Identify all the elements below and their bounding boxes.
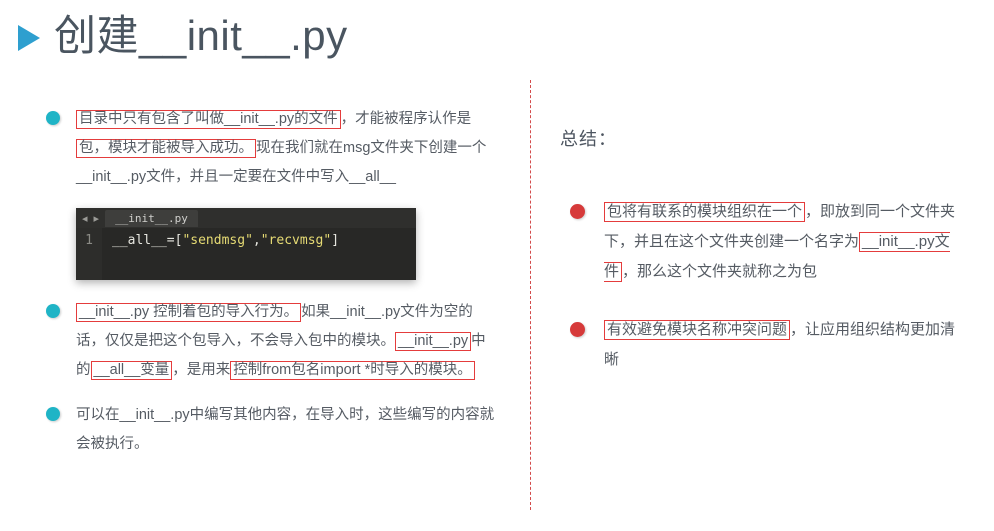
- editor-body: 1 __all__=["sendmsg","recvmsg"]: [76, 228, 416, 280]
- body-text: 可以在__init__.py中编写其他内容，在导入时，这些编写的内容就会被执行。: [76, 407, 494, 452]
- bullet-dot-icon: [46, 304, 60, 318]
- highlight-text: __all__变量: [91, 361, 173, 380]
- chevron-right-icon: ▸: [94, 212, 100, 225]
- bullet-dot-icon: [570, 204, 585, 219]
- body-text: ，才能被程序认作是: [341, 111, 472, 127]
- highlight-text: __init__.py: [395, 332, 471, 351]
- summary-heading: 总结：: [560, 125, 960, 151]
- code-token: ,: [253, 233, 261, 248]
- code-token: =: [167, 233, 175, 248]
- editor-tabbar: ◂ ▸ __init__.py: [76, 208, 416, 228]
- line-number: 1: [76, 228, 102, 280]
- left-paragraph-1: 目录中只有包含了叫做__init__.py的文件，才能被程序认作是 包，模块才能…: [46, 105, 496, 192]
- chevron-left-icon: ◂: [82, 212, 88, 225]
- bullet-dot-icon: [46, 407, 60, 421]
- code-editor: ◂ ▸ __init__.py 1 __all__=["sendmsg","re…: [76, 208, 416, 280]
- left-paragraph-2: __init__.py 控制着包的导入行为。如果__init__.py文件为空的…: [46, 298, 496, 385]
- right-column: 总结： 包将有联系的模块组织在一个，即放到同一个文件夹下，并且在这个文件夹创建一…: [560, 125, 960, 403]
- slide-root: 创建__init__.py 目录中只有包含了叫做__init__.py的文件，才…: [0, 0, 994, 531]
- code-token: "recvmsg": [261, 233, 331, 248]
- bullet-dot-icon: [46, 111, 60, 125]
- left-paragraph-3: 可以在__init__.py中编写其他内容，在导入时，这些编写的内容就会被执行。: [46, 401, 496, 459]
- highlight-text: 包，模块才能被导入成功。: [76, 139, 256, 158]
- slide-title-row: 创建__init__.py: [18, 2, 348, 63]
- bullet-dot-icon: [570, 322, 585, 337]
- highlight-text: __init__.py 控制着包的导入行为。: [76, 303, 301, 322]
- column-divider: [530, 80, 531, 510]
- right-paragraph-1: 包将有联系的模块组织在一个，即放到同一个文件夹下，并且在这个文件夹创建一个名字为…: [560, 197, 960, 287]
- code-token: ]: [331, 233, 339, 248]
- code-token: __all__: [112, 233, 167, 248]
- highlight-text: 控制from包名import *时导入的模块。: [230, 361, 474, 380]
- highlight-text: 包将有联系的模块组织在一个: [604, 202, 805, 222]
- body-text: ，是用来: [172, 362, 230, 378]
- code-line: __all__=["sendmsg","recvmsg"]: [102, 228, 339, 280]
- highlight-text: 目录中只有包含了叫做__init__.py的文件: [76, 110, 341, 129]
- code-token: "sendmsg": [182, 233, 252, 248]
- editor-tab: __init__.py: [105, 210, 198, 227]
- left-column: 目录中只有包含了叫做__init__.py的文件，才能被程序认作是 包，模块才能…: [46, 105, 496, 475]
- highlight-text: 有效避免模块名称冲突问题: [604, 320, 790, 340]
- slide-title: 创建__init__.py: [54, 2, 348, 63]
- right-paragraph-2: 有效避免模块名称冲突问题，让应用组织结构更加清晰: [560, 315, 960, 375]
- body-text: ，那么这个文件夹就称之为包: [622, 263, 817, 280]
- triangle-icon: [18, 25, 40, 51]
